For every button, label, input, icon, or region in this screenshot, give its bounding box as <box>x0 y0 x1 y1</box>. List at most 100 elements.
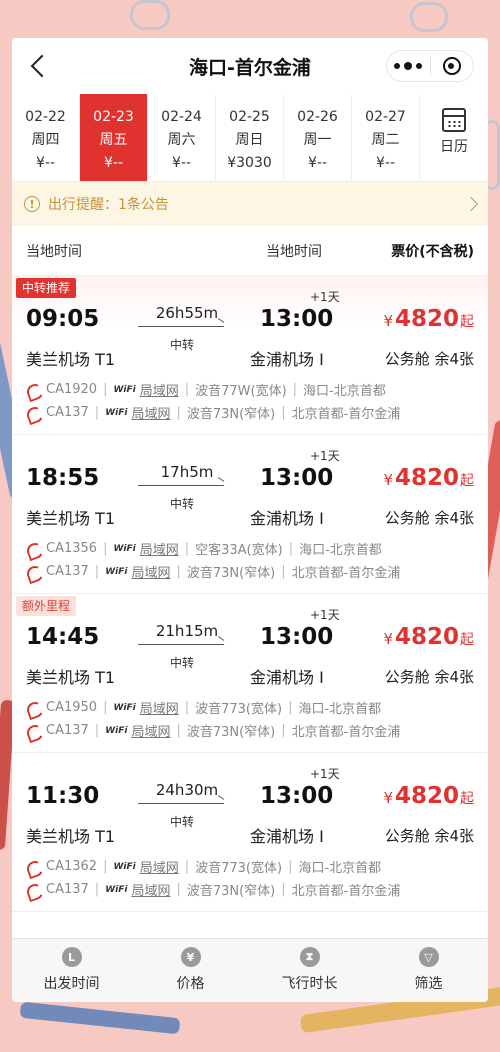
segment-row: CA1362 | WiFi 局域网 | 波音773(宽体) | 海口-北京首都 <box>26 857 381 876</box>
transfer-label: 中转 <box>169 497 194 511</box>
date-price: ¥3030 <box>227 155 272 171</box>
price: ¥ 4820 起 <box>383 624 474 650</box>
travel-notice-banner[interactable]: ! 出行提醒：1条公告 <box>12 182 488 226</box>
arrival-airport: 金浦机场 I <box>250 668 324 687</box>
aircraft-type: 波音73N(窄体) <box>186 407 276 422</box>
price-header: 票价(不含税) <box>391 243 474 260</box>
air-china-logo-icon <box>26 725 42 737</box>
departure-airport: 美兰机场 T1 <box>26 668 116 687</box>
date-price: ¥-- <box>103 155 123 171</box>
plus-day-label: +1天 <box>310 290 340 304</box>
aircraft-type: 波音773(宽体) <box>195 702 283 717</box>
transfer-label: 中转 <box>169 815 194 829</box>
separator: | <box>288 859 293 874</box>
flight-duration: 21h15m <box>155 622 219 640</box>
wifi-icon: WiFi <box>113 861 136 872</box>
network-label: 局域网 <box>131 884 171 899</box>
segment-route: 海口-北京首都 <box>298 702 382 717</box>
network-label: 局域网 <box>139 543 179 558</box>
miniprogram-capsule <box>386 50 474 82</box>
network-label: 局域网 <box>131 725 171 740</box>
segment-route: 海口-北京首都 <box>303 384 386 399</box>
separator: | <box>292 382 298 397</box>
flight-number: CA137 <box>46 882 89 897</box>
extra-miles-tag: 额外里程 <box>16 596 77 616</box>
wifi-icon: WiFi <box>105 407 128 418</box>
tab-price[interactable]: ¥ 价格 <box>131 939 250 1002</box>
date-label: 02-25 <box>229 109 270 125</box>
wifi-icon: WiFi <box>105 725 128 736</box>
date-tab[interactable]: 02-26 周一 ¥-- <box>284 94 352 181</box>
network-label: 局域网 <box>131 566 171 581</box>
aircraft-type: 波音773(宽体) <box>195 861 283 876</box>
separator: | <box>176 564 181 579</box>
arrival-time: 13:00 <box>260 306 334 332</box>
tab-label: 飞行时长 <box>281 976 338 992</box>
separator: | <box>103 382 108 397</box>
separator: | <box>184 859 190 874</box>
transfer-label: 中转 <box>169 656 194 670</box>
flight-number: CA1362 <box>46 859 98 874</box>
departure-time: 09:05 <box>26 306 100 332</box>
flight-card[interactable]: 中转推荐 09:05 26h55m 中转 +1天 13:00 美兰机场 T1 金… <box>12 276 488 435</box>
date-tab[interactable]: 02-22 周四 ¥-- <box>12 94 80 181</box>
price: ¥ 4820 起 <box>383 306 474 332</box>
wifi-icon: WiFi <box>105 566 128 577</box>
date-tab[interactable]: 02-24 周六 ¥-- <box>148 94 216 181</box>
separator: | <box>281 723 286 738</box>
separator: | <box>281 405 286 420</box>
tab-flight-duration[interactable]: ⧗ 飞行时长 <box>250 939 369 1002</box>
separator: | <box>184 382 190 397</box>
duration-arrow <box>138 803 224 804</box>
flight-number: CA137 <box>46 564 89 579</box>
flight-number: CA1356 <box>46 541 98 556</box>
close-icon[interactable] <box>431 57 474 75</box>
notice-text: 出行提醒：1条公告 <box>48 197 169 213</box>
tab-departure-time[interactable]: L 出发时间 <box>12 939 131 1002</box>
cabin-info: 公务舱 余4张 <box>384 827 474 845</box>
flight-card[interactable]: 11:30 24h30m 中转 +1天 13:00 美兰机场 T1 金浦机场 I… <box>12 753 488 912</box>
plus-day-label: +1天 <box>310 767 340 781</box>
departure-time: 11:30 <box>26 783 100 809</box>
more-icon[interactable] <box>387 61 430 70</box>
separator: | <box>288 700 293 715</box>
date-tab-selected[interactable]: 02-23 周五 ¥-- <box>80 94 148 181</box>
separator: | <box>103 859 108 874</box>
arrival-time: 13:00 <box>260 783 334 809</box>
air-china-logo-icon <box>26 384 42 396</box>
back-arrow-icon[interactable] <box>26 52 54 80</box>
flight-card[interactable]: 18:55 17h5m 中转 +1天 13:00 美兰机场 T1 金浦机场 I … <box>12 435 488 594</box>
separator: | <box>94 723 100 738</box>
separator: | <box>103 541 108 556</box>
sort-tab-bar: L 出发时间 ¥ 价格 ⧗ 飞行时长 ▽ 筛选 <box>12 938 488 1002</box>
price-suffix: 起 <box>460 473 474 489</box>
tab-filter[interactable]: ▽ 筛选 <box>369 939 488 1002</box>
app-window: 海口-首尔金浦 02-22 周四 ¥-- 02-23 周五 ¥-- 02-24 … <box>12 38 488 1002</box>
flight-number: CA137 <box>46 723 89 738</box>
aircraft-type: 波音73N(窄体) <box>186 566 276 581</box>
segment-route: 海口-北京首都 <box>298 861 382 876</box>
arrival-airport: 金浦机场 I <box>250 509 324 528</box>
hourglass-icon: ⧗ <box>299 947 320 967</box>
date-tab[interactable]: 02-27 周二 ¥-- <box>352 94 420 181</box>
recommend-tag: 中转推荐 <box>16 278 77 298</box>
separator: | <box>184 541 190 556</box>
page-title: 海口-首尔金浦 <box>189 56 311 79</box>
calendar-button[interactable]: 日历 <box>420 94 488 181</box>
date-label: 02-23 <box>93 109 134 125</box>
aircraft-type: 波音77W(宽体) <box>195 384 287 399</box>
arrival-time: 13:00 <box>260 624 334 650</box>
date-tab[interactable]: 02-25 周日 ¥3030 <box>216 94 284 181</box>
plus-day-label: +1天 <box>310 449 340 463</box>
yen-icon: ¥ <box>180 947 201 967</box>
flight-number: CA1950 <box>46 700 98 715</box>
date-price: ¥-- <box>171 155 191 171</box>
price-value: 4820 <box>394 465 459 491</box>
date-price: ¥-- <box>35 155 55 171</box>
wifi-icon: WiFi <box>113 384 136 395</box>
separator: | <box>281 564 286 579</box>
arr-time-header: 当地时间 <box>266 243 322 260</box>
separator: | <box>94 882 100 897</box>
flight-card[interactable]: 额外里程 14:45 21h15m 中转 +1天 13:00 美兰机场 T1 金… <box>12 594 488 753</box>
date-price: ¥-- <box>307 155 327 171</box>
